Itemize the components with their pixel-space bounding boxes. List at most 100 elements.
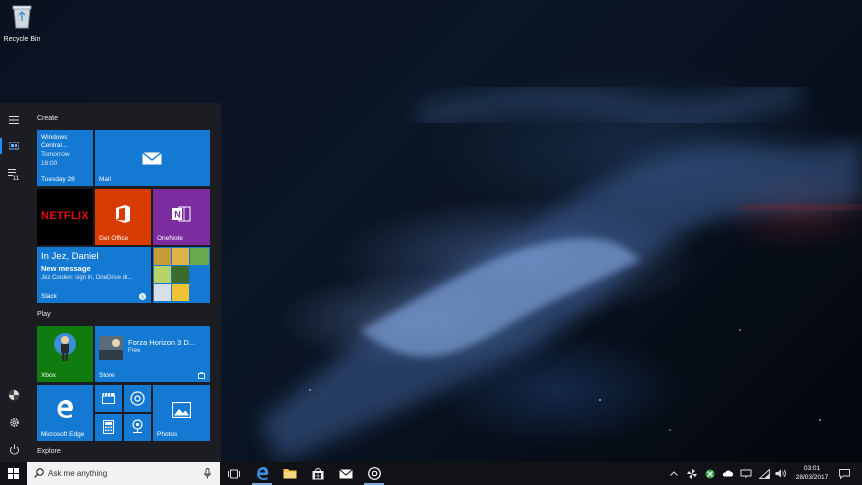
- show-hidden-icons-button[interactable]: [667, 462, 681, 485]
- calendar-event-time: 16:00: [41, 160, 58, 167]
- clock-time: 03:01: [803, 465, 821, 472]
- mail-icon: [142, 152, 162, 165]
- onenote-icon: N: [172, 206, 191, 222]
- maps-tile[interactable]: [124, 414, 151, 441]
- calculator-icon: [103, 420, 114, 434]
- taskbar-mail-button[interactable]: [332, 462, 360, 485]
- xbox-tile[interactable]: Xbox: [37, 326, 93, 382]
- store-label: Store: [99, 372, 115, 379]
- mail-icon: [339, 468, 353, 478]
- photos-icon: [172, 402, 191, 418]
- app-list-icon: 11: [8, 168, 20, 180]
- store-tile[interactable]: Forza Horizon 3 D... Free Store: [95, 326, 210, 382]
- get-office-label: Get Office: [99, 235, 129, 242]
- netflix-tile[interactable]: NETFLIX: [37, 189, 93, 245]
- store-badge-icon: [198, 372, 205, 379]
- slack-conversation-header: In Jez, Daniel: [41, 251, 99, 262]
- games-mosaic-icon: [154, 248, 209, 301]
- tray-app-xbox[interactable]: [703, 462, 717, 485]
- all-apps-button[interactable]: 11: [0, 162, 28, 186]
- microphone-icon[interactable]: [204, 468, 211, 479]
- start-button[interactable]: [0, 462, 27, 485]
- slack-badge-icon: S: [139, 293, 146, 300]
- groove-music-tile[interactable]: [124, 385, 151, 412]
- power-button[interactable]: [0, 437, 28, 461]
- recycle-bin-label: Recycle Bin: [3, 36, 41, 43]
- settings-button[interactable]: [0, 410, 28, 434]
- recycle-bin-icon: [12, 5, 32, 29]
- photos-label: Photos: [157, 431, 178, 438]
- clapperboard-icon: [102, 392, 115, 404]
- store-featured-price: Free: [128, 348, 141, 354]
- notification-icon: [838, 468, 850, 479]
- edge-icon: [57, 400, 73, 418]
- maps-pin-icon: [132, 419, 143, 434]
- wallpaper-nebula: [260, 75, 862, 462]
- slack-tile[interactable]: In Jez, Daniel New message Jez Corden: s…: [37, 247, 151, 303]
- mail-tile[interactable]: Mail: [95, 130, 210, 186]
- expand-menu-button[interactable]: [0, 108, 28, 132]
- taskbar-clock[interactable]: 03:01 28/03/2017: [790, 464, 834, 482]
- tray-volume[interactable]: [773, 462, 787, 485]
- search-icon: [34, 468, 44, 478]
- store-bag-icon: [312, 467, 324, 479]
- games-tile[interactable]: [153, 247, 210, 303]
- calendar-event-title: Windows Central...: [41, 134, 68, 149]
- slack-label: Slack: [41, 293, 57, 300]
- user-avatar-icon: [8, 389, 20, 401]
- groove-music-icon: [130, 391, 145, 406]
- movies-tv-tile[interactable]: [95, 385, 122, 412]
- slack-message-title: New message: [41, 264, 91, 273]
- xbox-tray-icon: [705, 469, 715, 478]
- forza-thumbnail-icon: [99, 336, 123, 360]
- group-header-create: Create: [37, 115, 59, 122]
- tray-app-pinwheel[interactable]: [685, 462, 699, 485]
- tiles-icon: [9, 141, 19, 149]
- network-icon: [740, 469, 752, 478]
- action-center-button[interactable]: [836, 462, 852, 485]
- slack-message-preview: Jez Corden: sign in, OneDrive di...: [41, 275, 133, 281]
- mail-tile-label: Mail: [99, 176, 111, 183]
- taskbar-file-explorer-button[interactable]: [276, 462, 304, 485]
- edge-label: Microsoft Edge: [41, 431, 85, 438]
- onenote-label: OneNote: [157, 235, 184, 242]
- onenote-tile[interactable]: N OneNote: [153, 189, 210, 245]
- task-view-button[interactable]: [220, 462, 248, 485]
- tiles-view-button[interactable]: [0, 134, 28, 158]
- recycle-bin-shortcut[interactable]: Recycle Bin: [2, 3, 42, 43]
- clock-date: 28/03/2017: [795, 474, 829, 481]
- calendar-tile[interactable]: Windows Central... Tomorrow 16:00 Tuesda…: [37, 130, 93, 186]
- tray-onedrive[interactable]: [721, 462, 735, 485]
- xbox-label: Xbox: [41, 372, 56, 379]
- tray-wifi[interactable]: [757, 462, 771, 485]
- office-icon: [116, 205, 130, 223]
- get-office-tile[interactable]: Get Office: [95, 189, 151, 245]
- task-view-icon: [228, 469, 240, 478]
- folder-icon: [283, 469, 297, 479]
- hamburger-icon: [9, 116, 19, 124]
- store-featured-title: Forza Horizon 3 D...: [128, 338, 196, 347]
- cortana-search-box[interactable]: [27, 462, 220, 485]
- taskbar-store-button[interactable]: [304, 462, 332, 485]
- xbox-avatar-icon: [54, 333, 76, 361]
- svg-text:11: 11: [13, 176, 20, 180]
- group-header-play: Play: [37, 311, 51, 318]
- edge-tile[interactable]: Microsoft Edge: [37, 385, 93, 441]
- tray-network[interactable]: [739, 462, 753, 485]
- svg-text:N: N: [174, 210, 181, 220]
- start-rail: 11: [0, 103, 28, 462]
- calendar-date: Tuesday 28: [41, 176, 75, 183]
- photos-tile[interactable]: Photos: [153, 385, 210, 441]
- netflix-logo: NETFLIX: [41, 210, 89, 222]
- windows-logo-icon: [8, 468, 19, 479]
- taskbar-groove-music-button[interactable]: [360, 462, 388, 485]
- gear-icon: [9, 417, 19, 427]
- calculator-tile[interactable]: [95, 414, 122, 441]
- taskbar-edge-button[interactable]: [248, 462, 276, 485]
- search-input[interactable]: [48, 466, 198, 481]
- group-header-explore: Explore: [37, 448, 61, 455]
- calendar-event-day: Tomorrow: [41, 151, 70, 158]
- wifi-icon: [758, 468, 770, 479]
- power-icon: [9, 444, 19, 455]
- user-account-button[interactable]: [0, 383, 28, 407]
